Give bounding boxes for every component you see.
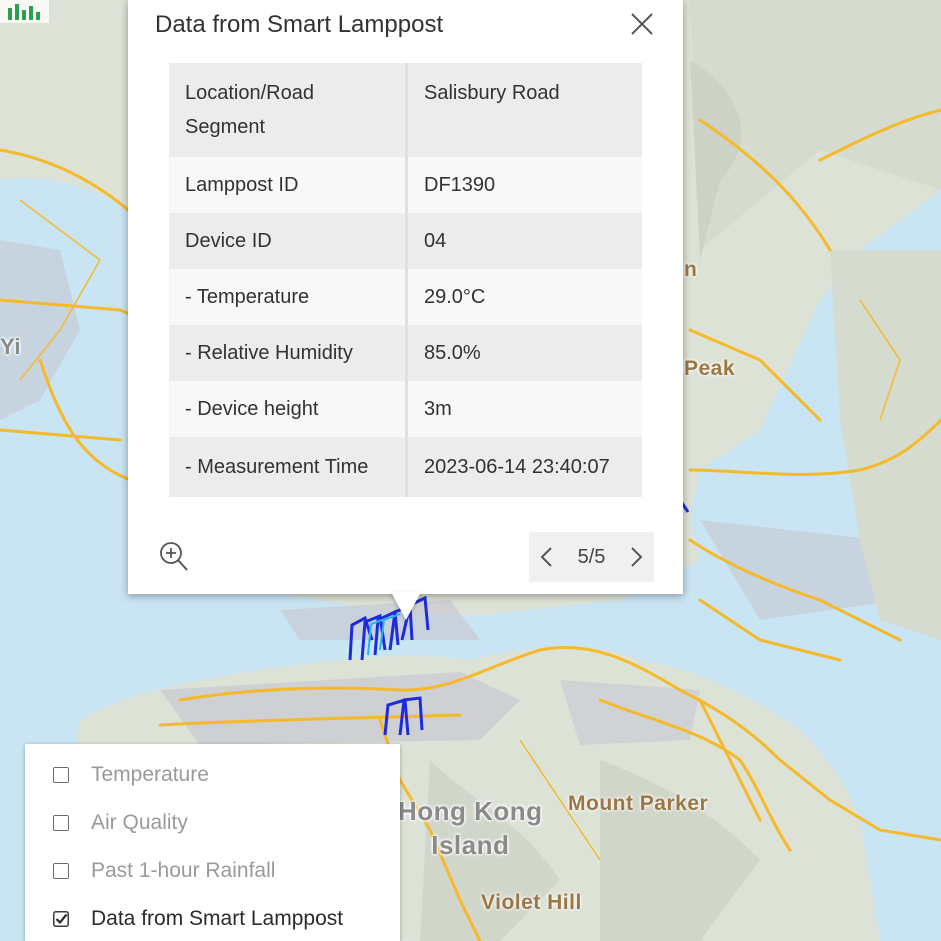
attribute-table: Location/Road Segment Salisbury Road Lam… xyxy=(169,63,642,497)
pager-count: 5/5 xyxy=(577,545,606,568)
close-icon xyxy=(631,13,653,35)
attribute-label: - Device height xyxy=(169,381,408,437)
layer-label: Temperature xyxy=(91,763,209,786)
table-row: - Temperature 29.0°C xyxy=(169,269,642,325)
table-row: - Relative Humidity 85.0% xyxy=(169,325,642,381)
popup-pointer xyxy=(391,592,421,620)
layer-item-rainfall[interactable]: Past 1-hour Rainfall xyxy=(25,851,400,891)
table-row: - Measurement Time 2023-06-14 23:40:07 xyxy=(169,437,642,497)
zoom-in-icon xyxy=(160,542,188,571)
attribute-label: Location/Road Segment xyxy=(169,63,408,157)
zoom-to-button[interactable] xyxy=(158,540,190,574)
attribute-label: - Temperature xyxy=(169,269,408,325)
attribute-value: Salisbury Road xyxy=(406,63,642,157)
attribute-label: - Measurement Time xyxy=(169,437,408,497)
layer-list: Temperature Air Quality Past 1-hour Rain… xyxy=(25,744,400,941)
popup-pager: 5/5 xyxy=(529,532,654,582)
layer-label: Past 1-hour Rainfall xyxy=(91,859,276,882)
map-label-hong-kong-island: Hong Kong Island xyxy=(398,796,543,860)
feature-popup: Data from Smart Lamppost Location/Road S… xyxy=(128,0,683,594)
popup-close-button[interactable] xyxy=(626,8,658,40)
attribute-label: - Relative Humidity xyxy=(169,325,408,381)
table-row: Device ID 04 xyxy=(169,213,642,269)
table-row: - Device height 3m xyxy=(169,381,642,437)
popup-title: Data from Smart Lamppost xyxy=(155,11,444,38)
map-label-violet-hill: Violet Hill xyxy=(481,891,582,914)
layer-item-smart-lamppost[interactable]: Data from Smart Lamppost xyxy=(25,899,400,939)
layer-item-air-quality[interactable]: Air Quality xyxy=(25,803,400,843)
attribute-value: 04 xyxy=(406,213,642,269)
layer-item-temperature[interactable]: Temperature xyxy=(25,755,400,795)
map-label-mount-parker: Mount Parker xyxy=(568,792,709,815)
map-label-peak: Peak xyxy=(684,357,736,380)
chevron-right-icon[interactable] xyxy=(628,546,644,568)
attribute-value: 29.0°C xyxy=(406,269,642,325)
chevron-left-icon[interactable] xyxy=(539,546,555,568)
checkbox-unchecked-icon[interactable] xyxy=(53,767,69,783)
attribute-value: 2023-06-14 23:40:07 xyxy=(406,437,642,497)
layer-label: Data from Smart Lamppost xyxy=(91,907,344,930)
map-attribution-logo xyxy=(0,0,49,23)
table-row: Location/Road Segment Salisbury Road xyxy=(169,63,642,157)
checkbox-checked-icon[interactable] xyxy=(53,911,69,927)
attribute-value: DF1390 xyxy=(406,157,642,213)
attribute-label: Lamppost ID xyxy=(169,157,408,213)
attribute-value: 3m xyxy=(406,381,642,437)
checkbox-unchecked-icon[interactable] xyxy=(53,815,69,831)
map-label-lantau-fragment: n xyxy=(684,258,698,281)
layer-label: Air Quality xyxy=(91,811,188,834)
attribute-label: Device ID xyxy=(169,213,408,269)
map-label-yi: Yi xyxy=(0,334,21,359)
attribute-value: 85.0% xyxy=(406,325,642,381)
table-row: Lamppost ID DF1390 xyxy=(169,157,642,213)
checkbox-unchecked-icon[interactable] xyxy=(53,863,69,879)
